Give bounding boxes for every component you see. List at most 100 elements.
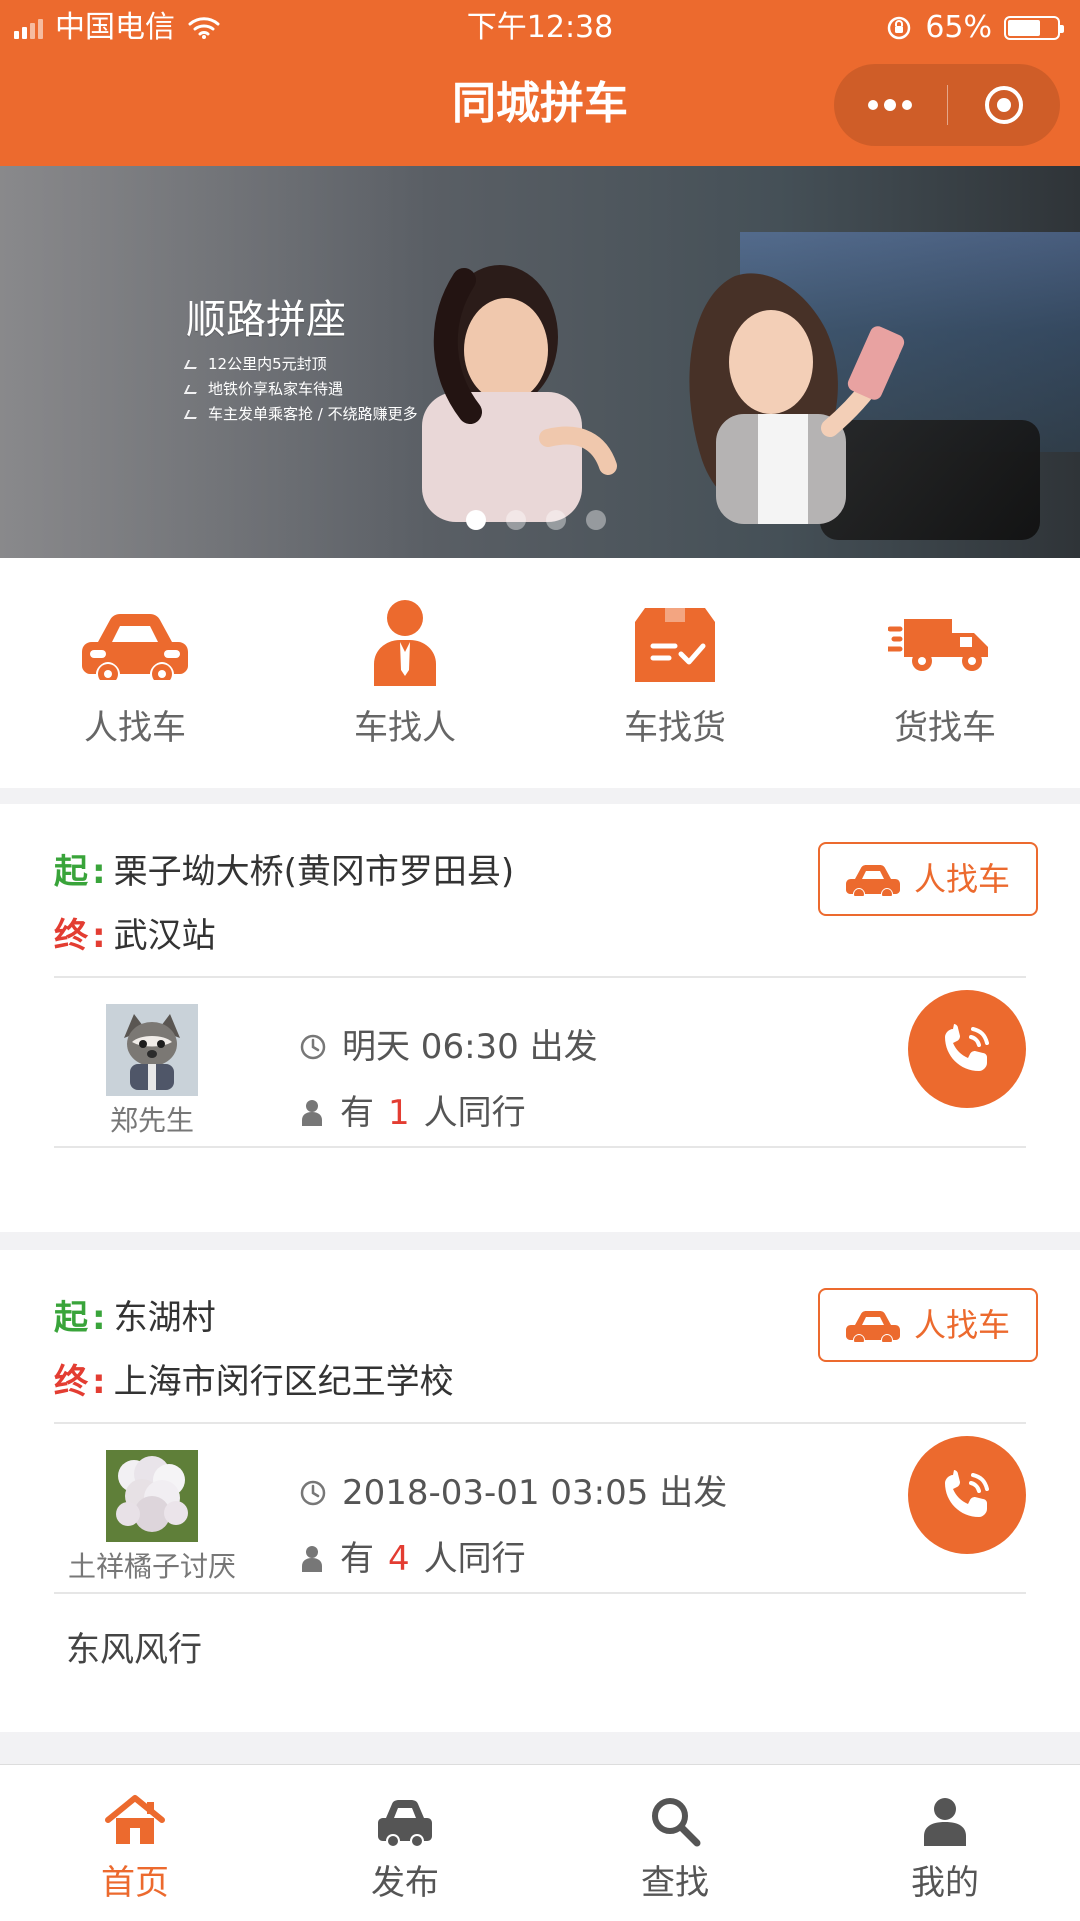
tab-publish[interactable]: 发布 <box>270 1791 540 1903</box>
quick-nav-label: 货找车 <box>894 708 996 748</box>
status-right: 65% <box>885 9 1064 47</box>
card-divider <box>54 1592 1026 1594</box>
car-icon <box>270 1791 540 1851</box>
bullet-mark-icon <box>183 360 201 369</box>
trip-card-1[interactable]: 起 : 栗子坳大桥(黄冈市罗田县) 终 : 武汉站 人找车 郑先生 明天 06:… <box>0 804 1080 1232</box>
person-icon <box>302 1546 322 1572</box>
banner-bullet-row: 12公里内5元封顶 <box>183 352 418 377</box>
more-button[interactable] <box>834 64 947 146</box>
user-avatar-block: 土祥橘子讨厌 <box>54 1450 250 1584</box>
clock-icon <box>300 1480 326 1506</box>
trip-meta: 明天 06:30 出发 有 1 人同行 <box>298 1014 858 1146</box>
departure-row: 2018-03-01 03:05 出发 <box>298 1460 858 1526</box>
quick-nav-cargo-find-car[interactable]: 货找车 <box>810 594 1080 748</box>
avatar <box>106 1004 198 1096</box>
companions-prefix: 有 <box>340 1539 374 1579</box>
route-start-row: 起 : 东湖村 <box>54 1286 774 1350</box>
car-icon <box>845 1311 900 1342</box>
promo-banner[interactable]: 顺路拼座 12公里内5元封顶 地铁价享私家车待遇 车主发单乘客抢 / 不绕路赚更… <box>0 166 1080 558</box>
route-separator: : <box>92 1362 106 1402</box>
target-icon <box>984 86 1023 124</box>
quick-nav-people-find-car[interactable]: 人找车 <box>0 594 270 748</box>
call-button[interactable] <box>908 990 1026 1108</box>
search-icon <box>540 1791 810 1851</box>
banner-bullet-2: 地铁价享私家车待遇 <box>208 380 344 398</box>
route-end-label: 终 <box>54 916 88 956</box>
top-header: 中国电信 下午12:38 65% 同城拼车 <box>0 0 1080 166</box>
status-bar: 中国电信 下午12:38 65% <box>0 0 1080 56</box>
user-name: 土祥橘子讨厌 <box>67 1550 236 1583</box>
companions-prefix: 有 <box>340 1093 374 1133</box>
quick-nav-car-find-people[interactable]: 车找人 <box>270 594 540 748</box>
bottom-tabbar: 首页 发布 查找 我的 <box>0 1764 1080 1921</box>
phone-icon <box>945 1470 989 1517</box>
person-icon <box>302 1100 322 1126</box>
banner-dot-1[interactable] <box>466 510 486 530</box>
card-divider <box>54 976 1026 978</box>
route-start-label: 起 <box>54 852 88 892</box>
departure-time: 明天 06:30 出发 <box>342 1027 598 1067</box>
banner-dot-2[interactable] <box>506 510 526 530</box>
home-icon <box>0 1791 270 1851</box>
person-icon <box>270 594 540 694</box>
trip-meta: 2018-03-01 03:05 出发 有 4 人同行 <box>298 1460 858 1592</box>
route-separator: : <box>92 1298 106 1338</box>
banner-title: 顺路拼座 <box>186 297 346 343</box>
quick-nav: 人找车 车找人 车找货 货找车 <box>0 558 1080 788</box>
banner-dot-3[interactable] <box>546 510 566 530</box>
banner-bullet-1: 12公里内5元封顶 <box>208 355 327 373</box>
route-separator: : <box>92 916 106 956</box>
companions-suffix: 人同行 <box>423 1539 526 1579</box>
banner-pagination <box>466 510 606 530</box>
quick-nav-label: 车找货 <box>624 708 726 748</box>
cargo-box-icon <box>540 594 810 694</box>
rotation-lock-icon <box>888 16 911 40</box>
tab-label: 发布 <box>371 1863 439 1903</box>
bullet-mark-icon <box>183 410 201 419</box>
banner-driver-illustration <box>689 273 905 524</box>
trip-card-2[interactable]: 起 : 东湖村 终 : 上海市闵行区纪王学校 人找车 土祥橘子讨厌 2018-0… <box>0 1250 1080 1732</box>
user-icon <box>810 1791 1080 1851</box>
close-button[interactable] <box>948 64 1061 146</box>
quick-nav-label: 车找人 <box>354 708 456 748</box>
route-separator: : <box>92 852 106 892</box>
tab-label: 我的 <box>911 1863 979 1903</box>
banner-dot-4[interactable] <box>586 510 606 530</box>
route-end-row: 终 : 上海市闵行区纪王学校 <box>54 1350 774 1414</box>
route-start-value: 栗子坳大桥(黄冈市罗田县) <box>113 852 515 892</box>
clock-icon <box>300 1034 326 1060</box>
role-badge-label: 人找车 <box>913 860 1010 898</box>
car-icon <box>845 865 900 896</box>
companions-row: 有 4 人同行 <box>298 1526 858 1592</box>
truck-icon <box>810 594 1080 694</box>
role-badge[interactable]: 人找车 <box>818 1288 1038 1362</box>
tab-home[interactable]: 首页 <box>0 1791 270 1903</box>
route-start-label: 起 <box>54 1298 88 1338</box>
tab-profile[interactable]: 我的 <box>810 1791 1080 1903</box>
departure-row: 明天 06:30 出发 <box>298 1014 858 1080</box>
card-divider <box>54 1146 1026 1148</box>
role-badge[interactable]: 人找车 <box>818 842 1038 916</box>
trip-note: 东风风行 <box>66 1630 202 1670</box>
quick-nav-label: 人找车 <box>84 708 186 748</box>
banner-bullet-3: 车主发单乘客抢 / 不绕路赚更多 <box>208 405 418 423</box>
quick-nav-car-find-cargo[interactable]: 车找货 <box>540 594 810 748</box>
departure-time: 2018-03-01 03:05 出发 <box>342 1473 728 1513</box>
companions-row: 有 1 人同行 <box>298 1080 858 1146</box>
route-end-value: 上海市闵行区纪王学校 <box>113 1362 454 1402</box>
car-icon <box>0 594 270 694</box>
tab-label: 首页 <box>101 1863 169 1903</box>
route-start-value: 东湖村 <box>113 1298 216 1338</box>
tab-search[interactable]: 查找 <box>540 1791 810 1903</box>
battery-icon <box>1004 16 1064 40</box>
bullet-mark-icon <box>183 385 201 394</box>
route-end-label: 终 <box>54 1362 88 1402</box>
route-start-row: 起 : 栗子坳大桥(黄冈市罗田县) <box>54 840 774 904</box>
companions-count: 1 <box>388 1093 410 1133</box>
user-avatar-block: 郑先生 <box>54 1004 250 1138</box>
route-end-value: 武汉站 <box>113 916 216 956</box>
route-end-row: 终 : 武汉站 <box>54 904 774 968</box>
avatar <box>106 1450 198 1542</box>
tab-label: 查找 <box>641 1863 709 1903</box>
call-button[interactable] <box>908 1436 1026 1554</box>
